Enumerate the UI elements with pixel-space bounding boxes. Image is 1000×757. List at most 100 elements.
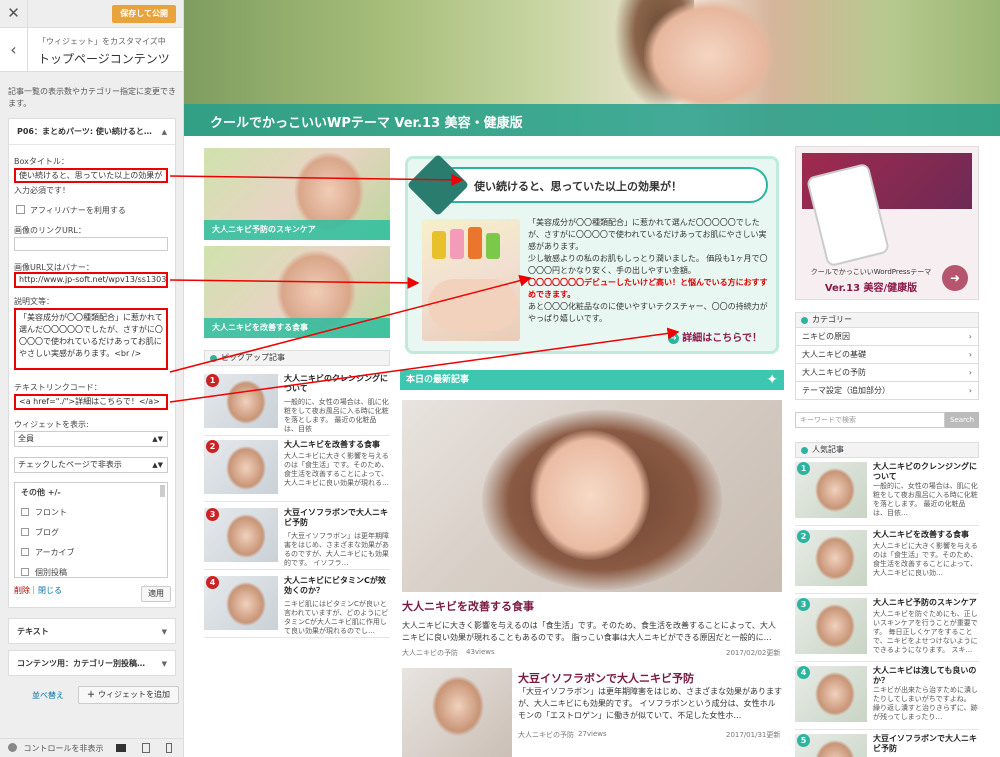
article-thumb[interactable] — [402, 668, 512, 757]
list-item[interactable]: フロント — [21, 507, 67, 518]
checkbox[interactable] — [21, 508, 29, 516]
pickup-item[interactable]: 3 大豆イソフラボンで大人ニキビ予防 「大豆イソフラボン」は更年期障害をはじめ、… — [204, 504, 390, 570]
feature-thumb[interactable]: 大人ニキビ予防のスキンケア — [204, 148, 390, 240]
popular-title[interactable]: 大人ニキビは洩しても良いのか？ — [873, 666, 979, 686]
close-icon[interactable]: ✕ — [0, 0, 28, 28]
widget-header[interactable]: テキスト — [9, 619, 175, 645]
latest-main-image[interactable] — [402, 400, 782, 592]
search-button[interactable]: Search — [945, 412, 979, 428]
matome-image-nail-polish[interactable] — [422, 219, 520, 341]
article-title[interactable]: 大人ニキビを改善する食事 — [402, 598, 534, 614]
widget-panel-text[interactable]: テキスト ▼ — [8, 618, 176, 644]
popular-item[interactable]: 5 大豆イソフラボンで大人ニキビ予防 — [795, 730, 979, 757]
list-header[interactable]: その他 +/- — [21, 487, 61, 498]
thumb-caption[interactable]: 大人ニキビを改善する食事 — [204, 318, 390, 338]
pickup-title[interactable]: 大人ニキビを改善する食事 — [284, 440, 390, 450]
textlink-input[interactable]: <a href="./">詳細はこちらで！</a> — [14, 394, 168, 410]
list-item[interactable]: ブログ — [21, 527, 59, 538]
search-input[interactable]: キーワードで検索 — [795, 412, 945, 428]
pickup-excerpt: 「大豆イソフラボン」は更年期障害をはじめ、さまざまな効果があるのですが、大人ニキ… — [284, 532, 389, 567]
collapse-icon[interactable] — [8, 743, 17, 752]
chevron-right-icon: › — [968, 368, 972, 377]
article-title[interactable]: 大豆イソフラボンで大人ニキビ予防 — [518, 670, 694, 686]
popular-face — [815, 468, 855, 512]
widget-show-select[interactable]: 全員 ▲▼ — [14, 431, 168, 447]
theme-banner[interactable]: クールでかっこいいWordPressテーマ Ver.13 美容/健康版 ➜ — [795, 146, 979, 300]
separator: | — [32, 585, 35, 594]
description-textarea[interactable]: 「美容成分が〇〇種類配合」に惹かれて選んだ〇〇〇〇〇でしたが、さすがに〇〇〇〇で… — [14, 308, 168, 370]
add-widget-button[interactable]: ＋ウィジェットを追加 — [78, 686, 179, 704]
category-item[interactable]: 大人ニキビの基礎 › — [795, 346, 979, 364]
article-category[interactable]: 大人ニキビの予防 — [518, 730, 574, 740]
required-note: 入力必須です！ — [14, 186, 70, 195]
category-heading: カテゴリー — [795, 312, 979, 328]
caret-down-icon[interactable]: ▼ — [162, 619, 167, 645]
list-scrollbar[interactable] — [160, 485, 165, 497]
reorder-link[interactable]: 並べ替え — [32, 690, 64, 701]
mobile-icon[interactable] — [166, 743, 172, 753]
caret-up-icon[interactable]: ▲ — [162, 119, 167, 145]
popular-title[interactable]: 大人ニキビのクレンジングについて — [873, 462, 979, 482]
chevron-left-icon[interactable]: ‹ — [0, 28, 28, 72]
category-item[interactable]: テーマ設定（追加部分） › — [795, 382, 979, 400]
list-item[interactable]: アーカイブ — [21, 547, 75, 558]
widget-header[interactable]: コンテンツ用：カテゴリー別投稿… — [9, 651, 175, 677]
image-link-input[interactable] — [14, 237, 168, 251]
popular-item[interactable]: 3 大人ニキビ予防のスキンケア 大人ニキビを防ぐためにも、正しいスキンケアを行う… — [795, 594, 979, 662]
pickup-title[interactable]: 大人ニキビのクレンジングについて — [284, 374, 390, 394]
delete-link[interactable]: 削除 — [14, 585, 30, 596]
apply-button[interactable]: 適用 — [141, 586, 171, 602]
category-item[interactable]: 大人ニキビの予防 › — [795, 364, 979, 382]
pickup-title[interactable]: 大豆イソフラボンで大人ニキビ予防 — [284, 508, 390, 528]
page-list-box[interactable]: その他 +/- フロント ブログ アーカイブ 個別投稿 — [14, 482, 168, 578]
popular-title[interactable]: 大人ニキビを改善する食事 — [873, 530, 979, 540]
page-filter-select[interactable]: チェックしたページで非表示 ▲▼ — [14, 457, 168, 473]
panel-title: トップページコンテンツ — [38, 52, 170, 66]
popular-item[interactable]: 1 大人ニキビのクレンジングについて 一般的に、女性の場合は、肌に化粧をして夜お… — [795, 458, 979, 526]
popular-title[interactable]: 大豆イソフラボンで大人ニキビ予防 — [873, 734, 979, 754]
popular-title[interactable]: 大人ニキビ予防のスキンケア — [873, 598, 979, 608]
pickup-excerpt: 大人ニキビに大きく影響を与えるのは「食生活」です。そのため、食生活を改善すること… — [284, 452, 389, 487]
matome-more-link[interactable]: 詳細はこちらで！ — [668, 329, 762, 344]
popular-face — [815, 536, 855, 580]
pickup-item[interactable]: 4 大人ニキビにビタミンCが效効くのか？ ニキビ肌にはビタミンCが良いと言われて… — [204, 572, 390, 638]
popular-item[interactable]: 2 大人ニキビを改善する食事 大人ニキビに大きく影響を与えるのは「食生活」です。… — [795, 526, 979, 594]
box-title-label: Boxタイトル： — [14, 157, 69, 166]
arrow-right-icon[interactable]: ➜ — [942, 265, 968, 291]
image-url-input[interactable]: http://www.jp-soft.net/wpv13/ss1303 — [14, 272, 168, 288]
popular-face — [815, 740, 855, 757]
pickup-item[interactable]: 1 大人ニキビのクレンジングについて 一般的に、女性の場合は、肌に化粧をして夜お… — [204, 370, 390, 436]
hide-controls-link[interactable]: コントロールを非表示 — [24, 744, 104, 753]
pickup-face — [226, 380, 266, 424]
pickup-item[interactable]: 2 大人ニキビを改善する食事 大人ニキビに大きく影響を与えるのは「食生活」です。… — [204, 436, 390, 502]
popular-item[interactable]: 4 大人ニキビは洩しても良いのか？ ニキビが出来たら治すために潰したりしてしまい… — [795, 662, 979, 730]
thumb-caption[interactable]: 大人ニキビ予防のスキンケア — [204, 220, 390, 240]
banner-title: Ver.13 美容/健康版 — [824, 283, 918, 294]
article-excerpt: 大人ニキビに大きく影響を与えるのは「食生活」です。そのため、食生活を改善すること… — [402, 621, 776, 642]
select-arrow-icon: ▲▼ — [152, 435, 163, 443]
rank-badge: 3 — [206, 508, 219, 521]
checkbox[interactable] — [21, 548, 29, 556]
pickup-excerpt: 一般的に、女性の場合は、肌に化粧をして夜お風呂に入る時に化粧を落とします。 最近… — [284, 398, 389, 433]
article-category[interactable]: 大人ニキビの予防 — [402, 648, 458, 658]
publish-button[interactable]: 保存して公開 — [112, 5, 176, 23]
tablet-icon[interactable] — [142, 743, 150, 753]
affiliate-checkbox[interactable] — [16, 205, 25, 214]
checkbox[interactable] — [21, 568, 29, 576]
site-title[interactable]: クールでかっこいいWPテーマ Ver.13 美容・健康版 — [210, 112, 523, 131]
close-link[interactable]: 閉じる — [38, 585, 62, 596]
checkbox[interactable] — [21, 528, 29, 536]
widget-header[interactable]: P06：まとめパーツ: 使い続けると… — [9, 119, 175, 145]
desktop-icon[interactable] — [116, 744, 126, 752]
list-item[interactable]: 個別投稿 — [21, 567, 67, 578]
category-item[interactable]: ニキビの原因 › — [795, 328, 979, 346]
box-title-input[interactable]: 使い続けると、思っていた以上の効果が — [14, 168, 168, 183]
widget-panel-contents[interactable]: コンテンツ用：カテゴリー別投稿… ▼ — [8, 650, 176, 676]
image-face — [530, 430, 650, 560]
caret-down-icon[interactable]: ▼ — [162, 651, 167, 677]
pickup-title[interactable]: 大人ニキビにビタミンCが效効くのか？ — [284, 576, 390, 596]
banner-text: クールでかっこいいWordPressテーマ — [810, 268, 932, 276]
site-preview: クールでかっこいいWPテーマ Ver.13 美容・健康版 大人ニキビ予防のスキン… — [184, 0, 1000, 757]
thumb-face — [432, 676, 484, 736]
feature-thumb[interactable]: 大人ニキビを改善する食事 — [204, 246, 390, 338]
